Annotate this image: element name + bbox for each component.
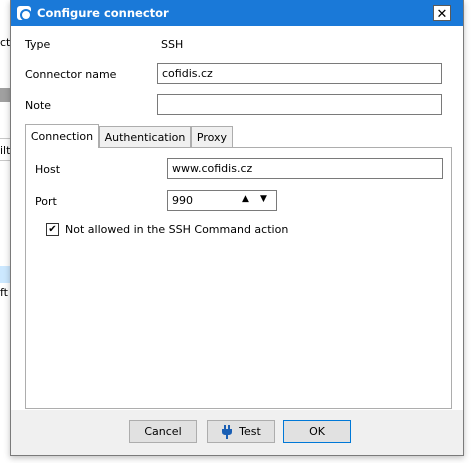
test-button-label: Test (239, 425, 261, 438)
note-input[interactable] (157, 94, 442, 115)
ssh-command-restriction-label: Not allowed in the SSH Command action (65, 223, 289, 236)
host-input[interactable] (167, 158, 443, 179)
tab-proxy[interactable]: Proxy (191, 126, 233, 147)
type-value: SSH (161, 38, 184, 51)
ok-button[interactable]: OK (283, 420, 351, 443)
note-label: Note (25, 99, 52, 112)
test-button[interactable]: Test (207, 420, 275, 443)
dialog-button-bar: Cancel Test OK (11, 410, 463, 455)
type-label: Type (25, 38, 51, 51)
port-stepper[interactable]: ▲ ▼ (167, 190, 277, 211)
dialog-title: Configure connector (37, 6, 169, 20)
arrow-down-icon[interactable]: ▼ (260, 194, 267, 204)
close-button[interactable]: ✕ (433, 5, 451, 21)
cancel-button[interactable]: Cancel (129, 420, 197, 443)
arrow-up-icon[interactable]: ▲ (242, 194, 249, 204)
plug-icon (222, 424, 233, 439)
cancel-button-label: Cancel (144, 425, 182, 438)
title-bar[interactable]: Configure connector ✕ (11, 0, 463, 26)
connection-tab-panel: Host Port ▲ ▼ ✔ Not allowed in the SSH C… (25, 147, 452, 409)
ssh-command-restriction-checkbox[interactable]: ✔ (46, 223, 59, 236)
connector-name-input[interactable] (157, 63, 442, 84)
ok-button-label: OK (309, 425, 325, 438)
port-input[interactable] (168, 191, 238, 210)
host-label: Host (35, 163, 61, 176)
tab-authentication[interactable]: Authentication (99, 126, 191, 147)
configure-connector-dialog: Configure connector ✕ Type SSH Connector… (10, 0, 464, 456)
connector-name-label: Connector name (25, 68, 117, 81)
app-icon (17, 6, 32, 21)
port-label: Port (35, 195, 57, 208)
tab-connection[interactable]: Connection (25, 124, 99, 148)
